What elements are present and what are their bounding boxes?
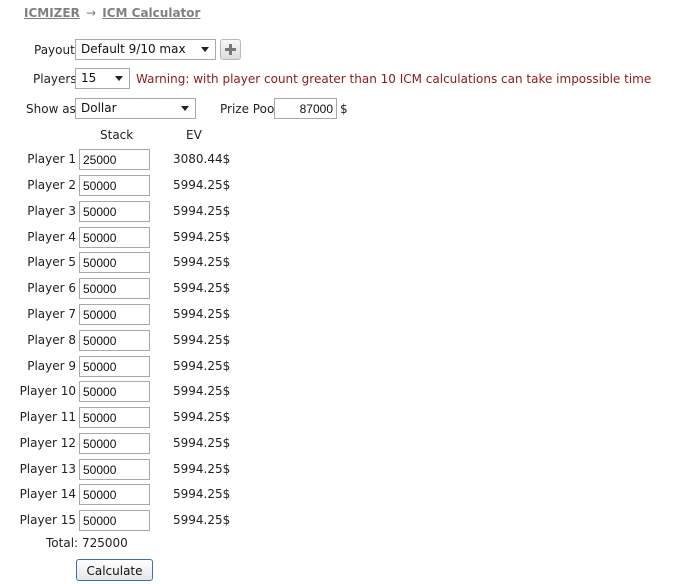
player-row: Player 1 3080.44$ — [0, 149, 260, 171]
player-count-warning: Warning: with player count greater than … — [136, 72, 652, 86]
player-ev: 5994.25$ — [173, 384, 231, 398]
player-row: Player 2 5994.25$ — [0, 175, 260, 197]
total-label: Total: — [46, 536, 79, 550]
player-stack-input[interactable] — [79, 459, 150, 480]
player-stack-input[interactable] — [79, 381, 150, 402]
player-ev: 5994.25$ — [173, 513, 231, 527]
payout-select[interactable]: Default 9/10 max — [75, 39, 216, 60]
breadcrumb-current-link[interactable]: ICM Calculator — [102, 6, 200, 20]
player-stack-input[interactable] — [79, 510, 150, 531]
player-name: Player 4 — [27, 230, 76, 244]
player-stack-input[interactable] — [79, 304, 150, 325]
player-row: Player 9 5994.25$ — [0, 356, 260, 378]
player-ev: 5994.25$ — [173, 487, 231, 501]
player-ev: 5994.25$ — [173, 436, 231, 450]
player-row: Player 15 5994.25$ — [0, 510, 260, 532]
player-ev: 5994.25$ — [173, 359, 231, 373]
player-row: Player 7 5994.25$ — [0, 304, 260, 326]
show-as-selected-value: Dollar — [81, 101, 117, 115]
calculate-button[interactable]: Calculate — [76, 559, 153, 581]
player-name: Player 7 — [27, 307, 76, 321]
player-name: Player 5 — [27, 255, 76, 269]
player-stack-input[interactable] — [79, 149, 150, 170]
player-stack-input[interactable] — [79, 201, 150, 222]
player-stack-input[interactable] — [79, 356, 150, 377]
player-stack-input[interactable] — [79, 278, 150, 299]
player-stack-input[interactable] — [79, 227, 150, 248]
player-name: Player 11 — [19, 410, 76, 424]
player-ev: 5994.25$ — [173, 255, 231, 269]
player-row: Player 8 5994.25$ — [0, 330, 260, 352]
player-name: Player 6 — [27, 281, 76, 295]
show-as-label: Show as — [26, 102, 76, 116]
player-ev: 5994.25$ — [173, 281, 231, 295]
prize-pool-unit: $ — [340, 102, 348, 116]
player-row: Player 6 5994.25$ — [0, 278, 260, 300]
add-payout-button[interactable] — [220, 39, 241, 60]
player-ev: 5994.25$ — [173, 230, 231, 244]
player-ev: 5994.25$ — [173, 410, 231, 424]
show-as-select[interactable]: Dollar — [75, 98, 196, 119]
chevron-down-icon — [201, 47, 209, 52]
player-name: Player 15 — [19, 513, 76, 527]
total-value: 725000 — [82, 536, 128, 550]
prize-pool-input[interactable] — [274, 98, 337, 119]
player-row: Player 11 5994.25$ — [0, 407, 260, 429]
players-label: Players — [33, 72, 77, 86]
player-ev: 5994.25$ — [173, 204, 231, 218]
player-ev: 5994.25$ — [173, 178, 231, 192]
breadcrumb-home-link[interactable]: ICMIZER — [24, 6, 80, 20]
player-row: Player 14 5994.25$ — [0, 484, 260, 506]
player-row: Player 12 5994.25$ — [0, 433, 260, 455]
player-name: Player 9 — [27, 359, 76, 373]
player-ev: 5994.25$ — [173, 462, 231, 476]
player-name: Player 13 — [19, 462, 76, 476]
player-stack-input[interactable] — [79, 175, 150, 196]
players-selected-value: 15 — [81, 71, 97, 85]
chevron-down-icon — [181, 106, 189, 111]
player-row: Player 13 5994.25$ — [0, 459, 260, 481]
prize-pool-label: Prize Pool — [220, 102, 278, 116]
player-name: Player 2 — [27, 178, 76, 192]
chevron-down-icon — [115, 76, 123, 81]
player-name: Player 12 — [19, 436, 76, 450]
player-ev: 5994.25$ — [173, 333, 231, 347]
player-row: Player 10 5994.25$ — [0, 381, 260, 403]
player-name: Player 8 — [27, 333, 76, 347]
stack-column-header: Stack — [100, 128, 134, 142]
player-row: Player 3 5994.25$ — [0, 201, 260, 223]
breadcrumb: ICMIZER → ICM Calculator — [24, 6, 200, 20]
payout-selected-value: Default 9/10 max — [81, 42, 186, 56]
player-row: Player 5 5994.25$ — [0, 252, 260, 274]
players-select[interactable]: 15 — [75, 68, 130, 89]
player-stack-input[interactable] — [79, 330, 150, 351]
player-stack-input[interactable] — [79, 252, 150, 273]
player-ev: 5994.25$ — [173, 307, 231, 321]
payout-label: Payout — [34, 43, 75, 57]
player-name: Player 10 — [19, 384, 76, 398]
player-stack-input[interactable] — [79, 433, 150, 454]
player-stack-input[interactable] — [79, 407, 150, 428]
player-stack-input[interactable] — [79, 484, 150, 505]
player-row: Player 4 5994.25$ — [0, 227, 260, 249]
player-ev: 3080.44$ — [173, 152, 231, 166]
player-name: Player 3 — [27, 204, 76, 218]
breadcrumb-arrow-icon: → — [86, 6, 97, 20]
player-name: Player 1 — [27, 152, 76, 166]
ev-column-header: EV — [186, 128, 202, 142]
player-name: Player 14 — [19, 487, 76, 501]
